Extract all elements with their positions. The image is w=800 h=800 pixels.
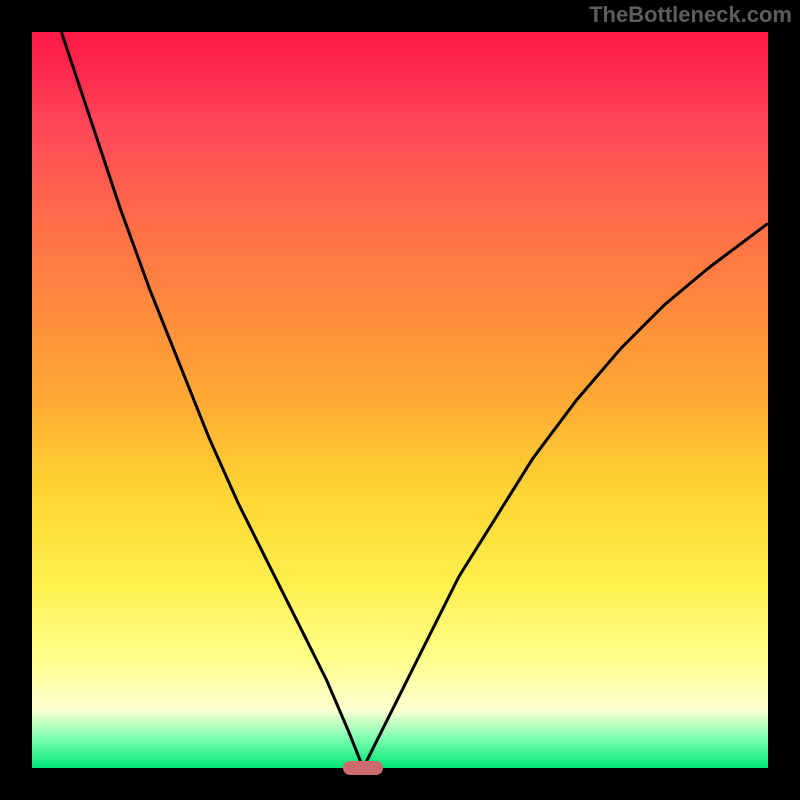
bottleneck-curve: [32, 32, 768, 768]
notch-marker: [343, 761, 383, 775]
watermark: TheBottleneck.com: [589, 2, 792, 28]
curve-left: [61, 32, 363, 768]
curve-right: [363, 223, 768, 768]
chart-root: TheBottleneck.com: [0, 0, 800, 800]
